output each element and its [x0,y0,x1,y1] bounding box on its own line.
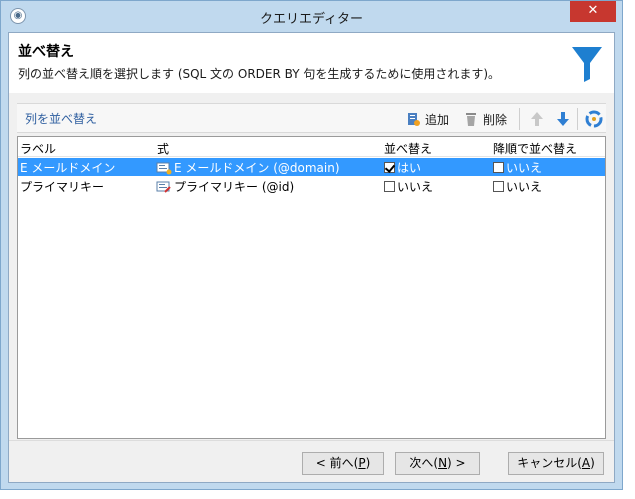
expression-text: E メールドメイン (@domain) [174,161,340,175]
sort-checkbox[interactable]: いいえ [384,178,433,195]
add-icon [408,113,420,126]
expression-text: プライマリキー (@id) [174,180,295,194]
next-label: 次へ( [409,456,439,470]
footer-divider [9,440,614,441]
delete-button[interactable]: 削除 [463,109,507,129]
query-editor-window: ◉ クエリエディター ✕ 並べ替え 列の並べ替え順を選択します (SQL 文の … [0,0,623,490]
properties-icon[interactable] [585,110,603,128]
trash-icon [466,113,476,126]
checkbox-checked[interactable] [384,162,395,173]
column-header-sort[interactable]: 並べ替え [384,140,432,157]
cancel-label: キャンセル( [517,456,582,470]
section-label: 列を並べ替え [25,112,98,126]
row-expression: プライマリキー (@id) [156,178,294,195]
toolbar-separator [577,108,578,130]
row-expression: E メールドメイン (@domain) [156,159,340,176]
descending-value: いいえ [506,180,543,194]
table-row[interactable]: プライマリキー プライマリキー (@id) いいえ いいえ [18,177,605,195]
cancel-suffix: ) [590,456,595,470]
checkbox-unchecked[interactable] [384,181,395,192]
close-button[interactable]: ✕ [570,1,616,22]
prev-suffix: ) [365,456,371,470]
prev-accesskey: P [358,456,366,470]
cancel-accesskey: A [581,456,591,470]
checkbox-unchecked[interactable] [493,162,504,173]
toolbar-separator [519,108,520,130]
column-header-expression[interactable]: 式 [157,140,169,157]
descending-value: いいえ [506,161,543,175]
step-header: 並べ替え 列の並べ替え順を選択します (SQL 文の ORDER BY 句を生成… [9,33,614,93]
cancel-button[interactable]: キャンセル(A) [508,452,604,475]
sort-grid[interactable]: ラベル 式 並べ替え 降順で並べ替え E メールドメイン E メールドメイン (… [17,136,606,439]
sort-value: いいえ [397,180,434,194]
title-bar[interactable]: ◉ クエリエディター ✕ [1,1,622,32]
row-label: E メールドメイン [20,161,116,175]
move-down-icon[interactable] [555,111,571,127]
add-label: 追加 [425,112,450,127]
step-description: 列の並べ替え順を選択します (SQL 文の ORDER BY 句を生成するために… [18,67,501,81]
add-button[interactable]: 追加 [405,109,449,129]
move-up-icon[interactable] [529,111,545,127]
row-label: プライマリキー [20,180,105,194]
checkbox-unchecked[interactable] [493,181,504,192]
descending-checkbox[interactable]: いいえ [493,178,542,195]
next-accesskey: N [438,456,448,470]
sort-toolbar: 列を並べ替え 追加 削除 [17,103,606,133]
sort-value: はい [397,161,422,175]
delete-label: 削除 [483,112,508,127]
field-icon [156,162,172,174]
step-title: 並べ替え [18,44,74,60]
column-header-descending[interactable]: 降順で並べ替え [493,140,577,157]
window-title: クエリエディター [259,12,364,27]
prev-button[interactable]: < 前へ(P) [302,452,384,475]
sort-checkbox[interactable]: はい [384,159,421,176]
primary-key-icon [156,181,171,193]
dialog-client: 並べ替え 列の並べ替え順を選択します (SQL 文の ORDER BY 句を生成… [8,32,615,483]
next-button[interactable]: 次へ(N) > [395,452,480,475]
prev-label: < 前へ( [315,456,359,470]
descending-checkbox[interactable]: いいえ [493,159,542,176]
table-row[interactable]: E メールドメイン E メールドメイン (@domain) はい いいえ [18,158,605,176]
funnel-icon [572,47,602,82]
next-suffix: ) > [447,456,466,470]
column-header-label[interactable]: ラベル [20,140,56,157]
grid-header: ラベル 式 並べ替え 降順で並べ替え [18,137,605,157]
